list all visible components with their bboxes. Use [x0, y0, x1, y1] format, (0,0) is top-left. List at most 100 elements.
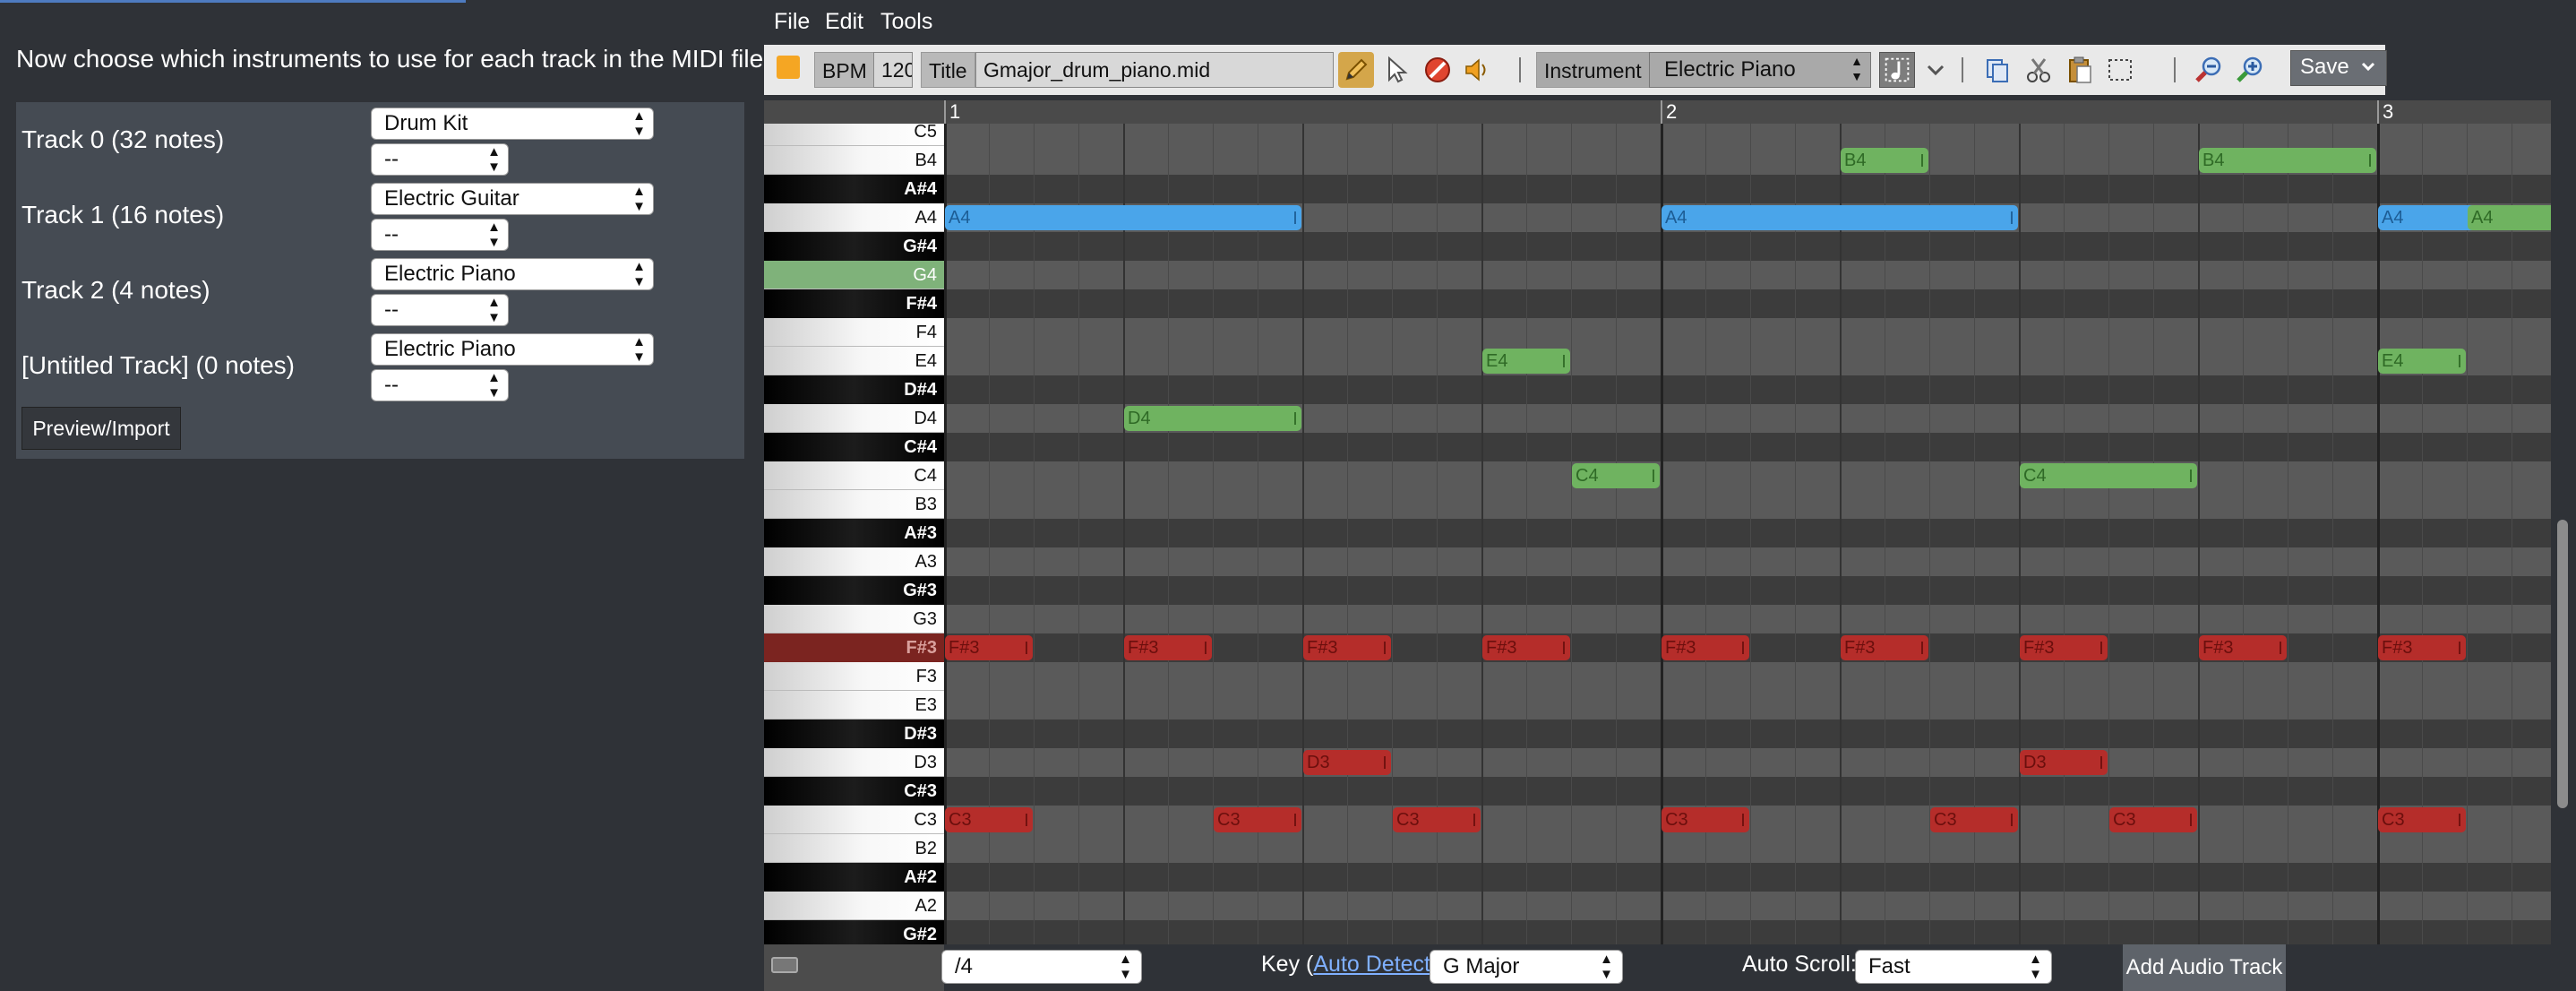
- midi-note[interactable]: A4: [2468, 205, 2551, 230]
- midi-note[interactable]: F#3: [2020, 635, 2108, 660]
- scissors-icon[interactable]: [2021, 52, 2057, 88]
- zoom-out-icon[interactable]: [2191, 52, 2227, 88]
- piano-key[interactable]: C#3: [764, 777, 944, 806]
- midi-note[interactable]: A4: [945, 205, 1301, 230]
- midi-note[interactable]: D4: [1124, 406, 1301, 431]
- midi-note[interactable]: F#3: [1841, 635, 1928, 660]
- midi-note[interactable]: C3: [945, 807, 1033, 832]
- track-instrument-select[interactable]: Drum Kit ▲ ▼: [371, 108, 654, 140]
- speaker-icon[interactable]: [1459, 52, 1495, 88]
- save-button[interactable]: Save: [2290, 50, 2387, 86]
- select-region-icon[interactable]: [2102, 52, 2138, 88]
- midi-note[interactable]: F#3: [1482, 635, 1570, 660]
- track-option-select[interactable]: -- ▲ ▼: [371, 369, 509, 401]
- instrument-select[interactable]: Electric Piano ▲ ▼: [1649, 52, 1871, 88]
- piano-key[interactable]: G4: [764, 261, 944, 289]
- keyboard-toggle[interactable]: [764, 944, 944, 991]
- pointer-icon[interactable]: [1378, 52, 1414, 88]
- piano-key[interactable]: C3: [764, 806, 944, 834]
- track-option-select[interactable]: -- ▲ ▼: [371, 143, 509, 176]
- piano-key[interactable]: A#3: [764, 519, 944, 547]
- piano-key[interactable]: C4: [764, 461, 944, 490]
- midi-note[interactable]: F#3: [2378, 635, 2466, 660]
- track-instrument-select[interactable]: Electric Guitar ▲ ▼: [371, 183, 654, 215]
- piano-key[interactable]: F3: [764, 662, 944, 691]
- piano-key[interactable]: A#2: [764, 863, 944, 892]
- timeline-ruler[interactable]: 1 2 3: [764, 100, 2551, 124]
- midi-note[interactable]: F#3: [945, 635, 1033, 660]
- grid-line: [1168, 124, 1169, 944]
- note-length-icon[interactable]: [1879, 52, 1915, 88]
- midi-note[interactable]: B4: [1841, 148, 1928, 173]
- piano-key[interactable]: B4: [764, 146, 944, 175]
- piano-key[interactable]: D#3: [764, 720, 944, 748]
- midi-note[interactable]: D3: [2020, 750, 2108, 775]
- piano-key[interactable]: F#4: [764, 289, 944, 318]
- track-option-select[interactable]: -- ▲ ▼: [371, 294, 509, 326]
- midi-note[interactable]: E4: [2378, 349, 2466, 374]
- select-arrows-icon: ▲ ▼: [487, 144, 501, 175]
- midi-note[interactable]: C3: [1930, 807, 2018, 832]
- piano-key[interactable]: G#4: [764, 232, 944, 261]
- track-instrument-select[interactable]: Electric Piano ▲ ▼: [371, 258, 654, 290]
- chevron-down-icon[interactable]: [1919, 52, 1952, 88]
- vertical-scrollbar[interactable]: [2557, 520, 2568, 808]
- piano-roll[interactable]: 123 C5 B4 A#4 A4 G#4 G4 F#4 F4 E4 D#4 D4 C#4 C4 B3 A#3…: [764, 100, 2551, 944]
- piano-key[interactable]: G#2: [764, 920, 944, 944]
- piano-key[interactable]: A4: [764, 203, 944, 232]
- midi-note[interactable]: E4: [1482, 349, 1570, 374]
- delete-icon[interactable]: [1420, 52, 1455, 88]
- pencil-icon[interactable]: [1338, 52, 1374, 88]
- menu-file[interactable]: File: [774, 9, 810, 35]
- piano-key[interactable]: B2: [764, 834, 944, 863]
- bpm-input[interactable]: 120: [873, 52, 913, 88]
- piano-key[interactable]: A3: [764, 547, 944, 576]
- zoom-in-icon[interactable]: [2232, 52, 2268, 88]
- midi-note[interactable]: F#3: [2199, 635, 2287, 660]
- copy-icon[interactable]: [1979, 52, 2015, 88]
- piano-key[interactable]: F4: [764, 318, 944, 347]
- track-instrument-select[interactable]: Electric Piano ▲ ▼: [371, 333, 654, 366]
- midi-note[interactable]: C3: [2378, 807, 2466, 832]
- title-input[interactable]: Gmajor_drum_piano.mid: [975, 52, 1334, 88]
- piano-key[interactable]: C#4: [764, 433, 944, 461]
- piano-key[interactable]: E4: [764, 347, 944, 375]
- midi-note[interactable]: C3: [1662, 807, 1749, 832]
- auto-detect-link[interactable]: Auto Detect: [1313, 952, 1430, 977]
- midi-note[interactable]: F#3: [1303, 635, 1391, 660]
- midi-note[interactable]: F#3: [1124, 635, 1212, 660]
- paste-icon[interactable]: [2062, 52, 2098, 88]
- menu-edit[interactable]: Edit: [825, 9, 863, 35]
- piano-keyboard[interactable]: C5 B4 A#4 A4 G#4 G4 F#4 F4 E4 D#4 D4 C#4 C4 B3 A#3 A3 G#…: [764, 124, 944, 944]
- track-option-select[interactable]: -- ▲ ▼: [371, 219, 509, 251]
- piano-key[interactable]: D4: [764, 404, 944, 433]
- preview-import-button[interactable]: Preview/Import: [21, 407, 181, 450]
- piano-key[interactable]: A#4: [764, 175, 944, 203]
- piano-key[interactable]: B3: [764, 490, 944, 519]
- piano-key[interactable]: G3: [764, 605, 944, 633]
- grid-lane: [944, 175, 2551, 204]
- midi-note[interactable]: C3: [2109, 807, 2197, 832]
- midi-note[interactable]: C4: [1572, 463, 1660, 488]
- piano-key[interactable]: A2: [764, 892, 944, 920]
- midi-note[interactable]: C4: [2020, 463, 2197, 488]
- midi-note[interactable]: C3: [1214, 807, 1301, 832]
- midi-note[interactable]: F#3: [1662, 635, 1749, 660]
- midi-note[interactable]: B4: [2199, 148, 2376, 173]
- stop-icon[interactable]: [777, 56, 800, 79]
- key-select[interactable]: G Major ▲ ▼: [1430, 950, 1623, 984]
- midi-note[interactable]: A4: [1662, 205, 2018, 230]
- piano-key[interactable]: D#4: [764, 375, 944, 404]
- add-audio-track-button[interactable]: Add Audio Track: [2123, 944, 2286, 991]
- piano-key[interactable]: C5: [764, 124, 944, 146]
- midi-note[interactable]: C3: [1393, 807, 1481, 832]
- note-grid[interactable]: A4A4A4A4D4E4C4B4C4B4E4A4F#4B4G4B4D4E4E4F…: [944, 124, 2551, 944]
- piano-key[interactable]: F#3: [764, 633, 944, 662]
- menu-tools[interactable]: Tools: [880, 9, 932, 35]
- piano-key[interactable]: E3: [764, 691, 944, 720]
- piano-key[interactable]: G#3: [764, 576, 944, 605]
- piano-key[interactable]: D3: [764, 748, 944, 777]
- midi-note[interactable]: D3: [1303, 750, 1391, 775]
- time-signature-select[interactable]: /4 ▲ ▼: [941, 950, 1142, 984]
- auto-scroll-select[interactable]: Fast ▲ ▼: [1855, 950, 2052, 984]
